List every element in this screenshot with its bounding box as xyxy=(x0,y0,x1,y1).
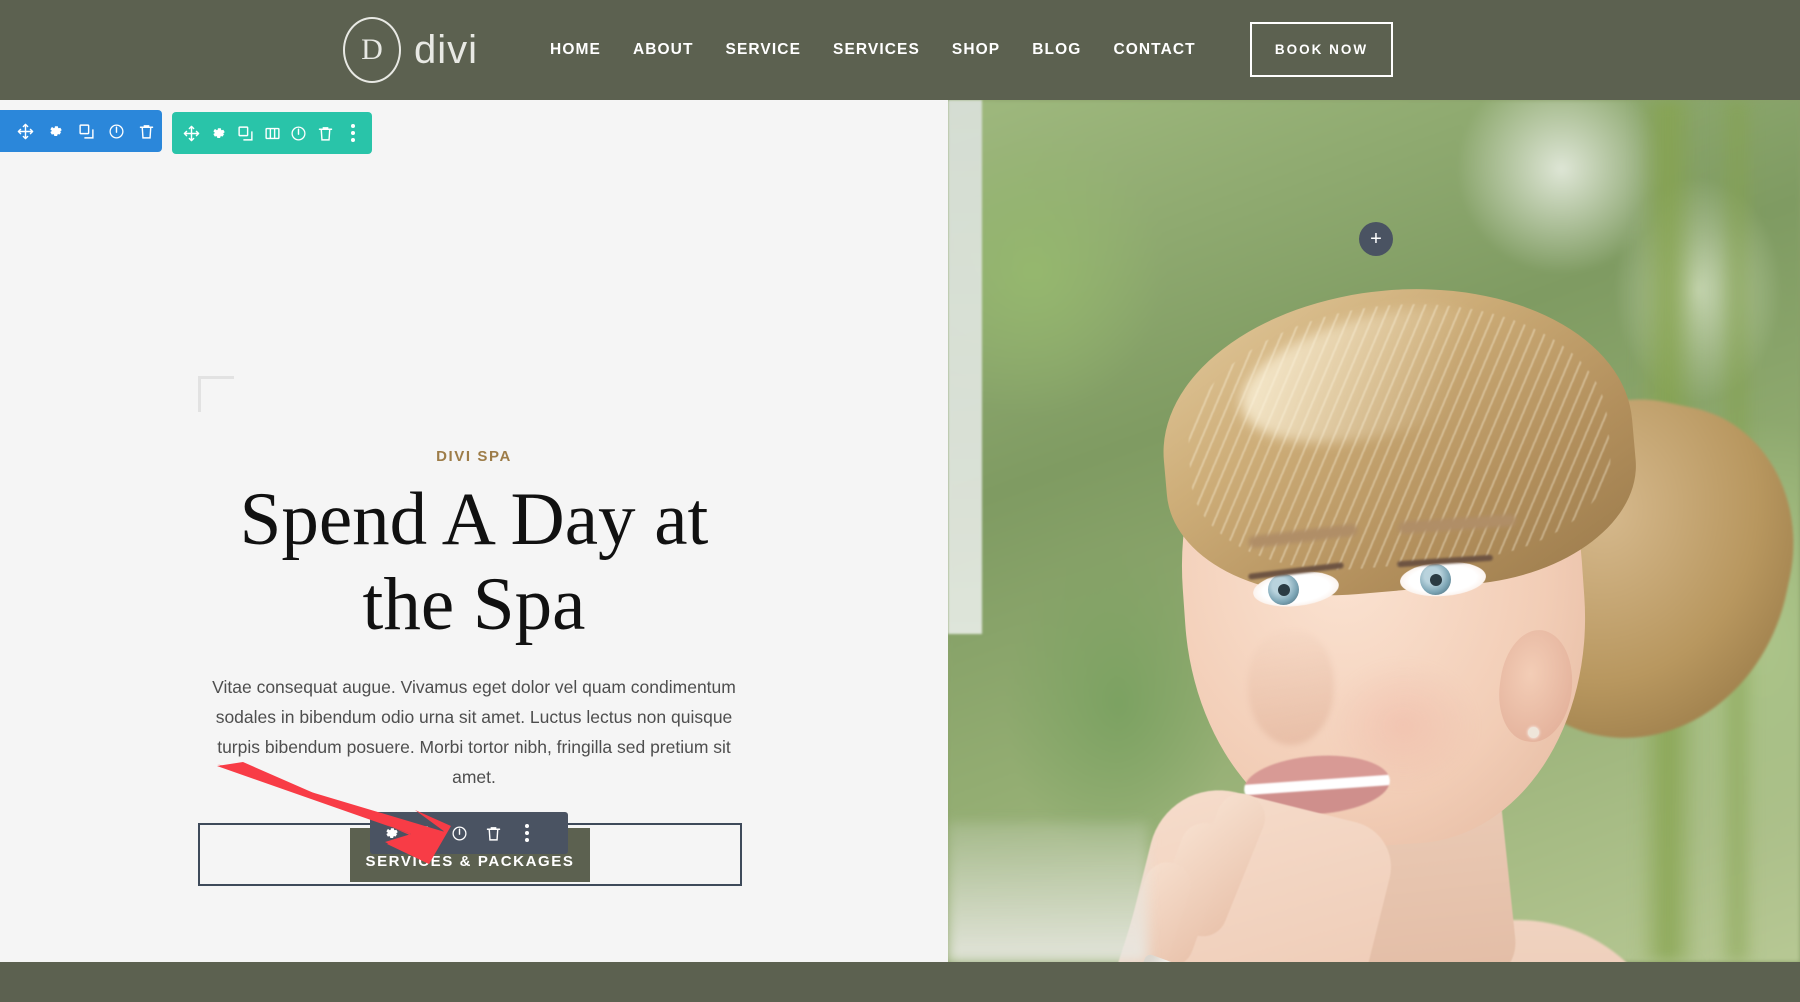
nav-item-shop[interactable]: SHOP xyxy=(936,41,1016,59)
footer-bar xyxy=(0,962,1800,1002)
row-columns-icon[interactable] xyxy=(259,112,286,154)
row-delete-trash-icon[interactable] xyxy=(312,112,339,154)
section-duplicate-icon[interactable] xyxy=(71,110,101,152)
column-corner-marker xyxy=(198,376,234,412)
section-delete-trash-icon[interactable] xyxy=(132,110,162,152)
section-toolbar xyxy=(0,110,162,152)
page-title: Spend A Day at the Spa xyxy=(239,478,709,646)
section-settings-gear-icon[interactable] xyxy=(40,110,70,152)
section-disable-power-icon[interactable] xyxy=(101,110,131,152)
site-header: D divi HOME ABOUT SERVICE SERVICES SHOP … xyxy=(0,0,1800,100)
book-now-button[interactable]: BOOK NOW xyxy=(1250,22,1393,77)
row-more-options-icon[interactable] xyxy=(339,112,366,154)
nav-item-service[interactable]: SERVICE xyxy=(710,41,817,59)
nav-item-blog[interactable]: BLOG xyxy=(1016,41,1097,59)
add-row-button[interactable]: + xyxy=(1359,222,1393,256)
nav-item-home[interactable]: HOME xyxy=(534,41,617,59)
red-annotation-arrow xyxy=(217,762,451,864)
page-canvas: DIVI SPA Spend A Day at the Spa Vitae co… xyxy=(0,100,1800,1002)
divi-logo-icon: D xyxy=(343,17,401,83)
row-move-icon[interactable] xyxy=(178,112,205,154)
section-move-icon[interactable] xyxy=(10,110,40,152)
hero-eyebrow-text: DIVI SPA xyxy=(436,448,512,465)
row-toolbar xyxy=(172,112,372,154)
nav-item-services[interactable]: SERVICES xyxy=(817,41,936,59)
nav-item-contact[interactable]: CONTACT xyxy=(1097,41,1211,59)
hero-text-column: DIVI SPA Spend A Day at the Spa Vitae co… xyxy=(0,100,948,1002)
row-duplicate-icon[interactable] xyxy=(232,112,259,154)
divi-visual-builder-screen: D divi HOME ABOUT SERVICE SERVICES SHOP … xyxy=(0,0,1800,1002)
primary-navigation: HOME ABOUT SERVICE SERVICES SHOP BLOG CO… xyxy=(534,41,1212,59)
brand-logo[interactable]: D divi xyxy=(343,17,478,83)
brand-mark-letter: D xyxy=(361,33,383,66)
module-more-options-icon[interactable] xyxy=(510,812,544,854)
row-settings-gear-icon[interactable] xyxy=(205,112,232,154)
nav-item-about[interactable]: ABOUT xyxy=(617,41,710,59)
brand-wordmark: divi xyxy=(414,27,479,72)
photo-foreground-blur xyxy=(948,822,1148,962)
module-delete-trash-icon[interactable] xyxy=(476,812,510,854)
row-disable-power-icon[interactable] xyxy=(285,112,312,154)
